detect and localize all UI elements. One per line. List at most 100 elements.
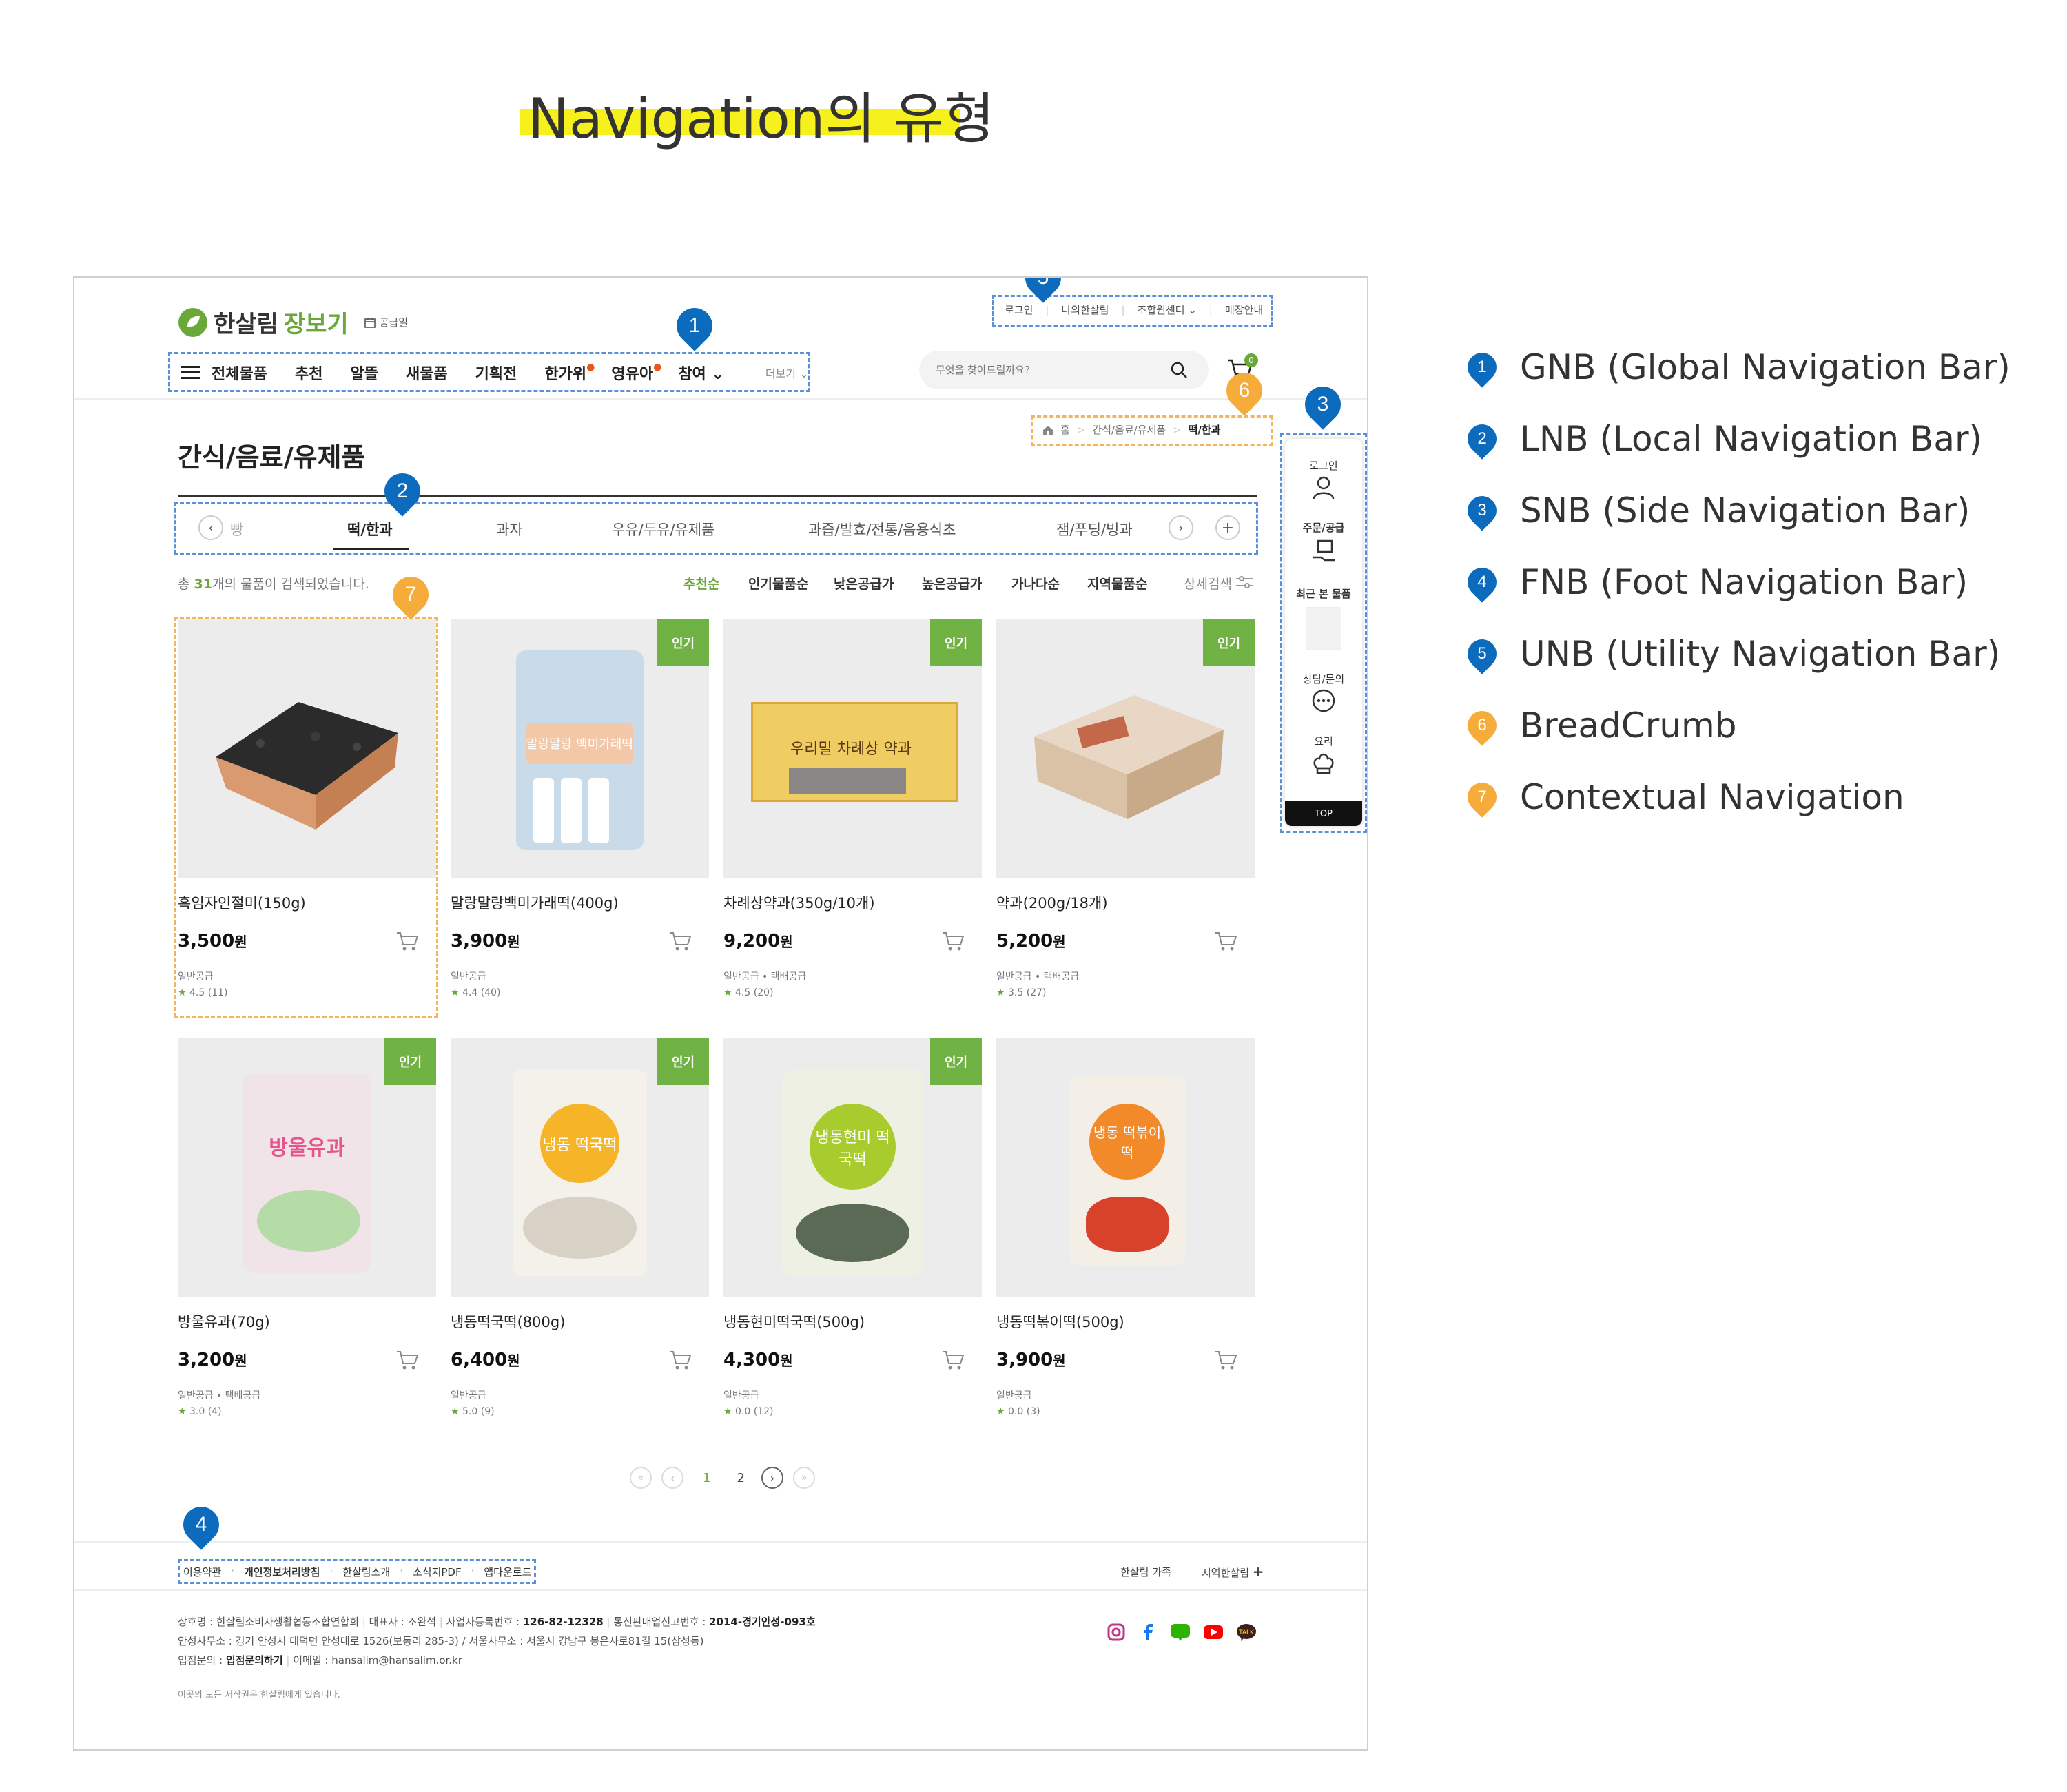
search-icon[interactable] — [1170, 361, 1188, 379]
breadcrumb-parent[interactable]: 간식/음료/유제품 — [1092, 422, 1166, 437]
kakaotalk-icon[interactable]: TALK — [1236, 1623, 1257, 1642]
snb-recipe-label[interactable]: 요리 — [1285, 734, 1362, 748]
blog-icon[interactable] — [1170, 1623, 1191, 1642]
product-name[interactable]: 방울유과(70g) — [178, 1311, 270, 1332]
product-name[interactable]: 약과(200g/18개) — [996, 892, 1108, 913]
add-to-cart-icon[interactable] — [1214, 931, 1239, 951]
product-image[interactable]: 냉동 떡볶이떡 — [996, 1038, 1255, 1297]
sort-popular[interactable]: 인기물품순 — [748, 574, 808, 593]
last-page-button[interactable]: » — [792, 1467, 815, 1489]
fnb-newsletter[interactable]: 소식지PDF — [413, 1565, 462, 1579]
add-to-cart-icon[interactable] — [395, 931, 420, 951]
menu-icon[interactable] — [181, 364, 200, 381]
lnb-item-milk[interactable]: 우유/두유/유제품 — [612, 519, 714, 539]
lnb-expand-button[interactable]: + — [1215, 515, 1240, 540]
detail-search-button[interactable]: 상세검색 — [1184, 574, 1253, 593]
sort-local[interactable]: 지역물품순 — [1087, 574, 1147, 593]
gnb-item-special[interactable]: 기획전 — [475, 362, 517, 384]
product-image[interactable] — [178, 619, 436, 878]
add-to-cart-icon[interactable] — [668, 931, 693, 951]
page-2[interactable]: 2 — [737, 1471, 744, 1485]
lnb-item-snack[interactable]: 과자 — [496, 519, 523, 539]
product-name[interactable]: 말랑말랑백미가래떡(400g) — [451, 892, 619, 913]
home-icon[interactable] — [1042, 424, 1053, 435]
add-to-cart-icon[interactable] — [941, 1350, 966, 1370]
legend-pin-icon: 4 — [1461, 562, 1503, 603]
fnb-privacy[interactable]: 개인정보처리방침 — [244, 1565, 320, 1579]
sort-alpha[interactable]: 가나다순 — [1011, 574, 1060, 593]
add-to-cart-icon[interactable] — [1214, 1350, 1239, 1370]
product-name[interactable]: 냉동떡볶이떡(500g) — [996, 1311, 1124, 1332]
fnb-terms[interactable]: 이용약관 — [183, 1565, 221, 1579]
top-button[interactable]: TOP — [1285, 801, 1362, 826]
gnb-more[interactable]: 더보기 ⌄ — [765, 364, 809, 381]
snb-recent-label: 최근 본 물품 — [1296, 588, 1351, 600]
gnb-item-sale[interactable]: 알뜰 — [350, 362, 378, 384]
gnb-item-participate[interactable]: 참여 ⌄ — [678, 362, 724, 384]
product-name[interactable]: 흑임자인절미(150g) — [178, 892, 306, 913]
next-page-button[interactable]: › — [761, 1467, 783, 1489]
lnb-item-bread[interactable]: 빵 — [230, 519, 243, 539]
sort-low-price[interactable]: 낮은공급가 — [834, 574, 894, 593]
lnb-prev-button[interactable]: ‹ — [198, 515, 223, 540]
star-icon: ★ — [723, 1406, 732, 1417]
search-input[interactable] — [936, 364, 1170, 376]
supply-type: 일반공급 — [723, 1390, 759, 1401]
add-to-cart-icon[interactable] — [941, 931, 966, 951]
product-name[interactable]: 냉동현미떡국떡(500g) — [723, 1311, 865, 1332]
product-image[interactable]: 우리밀 차례상 약과 인기 — [723, 619, 982, 878]
user-icon[interactable] — [1313, 476, 1335, 500]
unb-login[interactable]: 로그인 — [1005, 302, 1033, 317]
product-image[interactable]: 말랑말랑 백미가래떡 인기 — [451, 619, 709, 878]
lnb-item-juice[interactable]: 과즙/발효/전통/음용식초 — [808, 519, 956, 539]
facebook-icon[interactable] — [1138, 1623, 1158, 1642]
gnb-item-baby[interactable]: 영유아● — [611, 362, 661, 384]
gnb-item-new[interactable]: 새물품 — [406, 362, 448, 384]
lnb-item-tteok[interactable]: 떡/한과 — [347, 519, 393, 539]
product-rating: ★ 0.0 (3) — [996, 1406, 1040, 1417]
fnb-about[interactable]: 한살림소개 — [342, 1565, 390, 1579]
chef-hat-icon[interactable] — [1311, 750, 1336, 775]
hansalim-family-link[interactable]: 한살림 가족 — [1120, 1565, 1171, 1579]
first-page-button[interactable]: « — [630, 1467, 652, 1489]
chat-icon[interactable] — [1311, 688, 1336, 713]
lnb-item-jam[interactable]: 잼/푸딩/빙과 — [1056, 519, 1133, 539]
product-name[interactable]: 차례상약과(350g/10개) — [723, 892, 875, 913]
fnb-app[interactable]: 앱다운로드 — [484, 1565, 531, 1579]
unb-store-info[interactable]: 매장안내 — [1225, 302, 1263, 317]
snb-inquiry-label[interactable]: 상담/문의 — [1285, 672, 1362, 686]
sort-high-price[interactable]: 높은공급가 — [922, 574, 982, 593]
product-image[interactable]: 인기 — [996, 619, 1255, 878]
product-name[interactable]: 냉동떡국떡(800g) — [451, 1311, 565, 1332]
product-image[interactable]: 방울유과 인기 — [178, 1038, 436, 1297]
search-box[interactable] — [919, 351, 1209, 389]
product-rating: ★ 3.0 (4) — [178, 1406, 222, 1417]
unb-member-center[interactable]: 조합원센터 ⌄ — [1138, 302, 1197, 317]
site-logo[interactable]: 한살림 장보기 공급일 — [178, 305, 408, 339]
lnb-next-button[interactable]: › — [1169, 515, 1193, 540]
unb-my-hansalim[interactable]: 나의한살림 — [1061, 302, 1109, 317]
instagram-icon[interactable] — [1107, 1623, 1126, 1642]
prev-page-button[interactable]: ‹ — [661, 1467, 683, 1489]
add-to-cart-icon[interactable] — [395, 1350, 420, 1370]
breadcrumb-home[interactable]: 홈 — [1060, 422, 1070, 437]
filter-icon — [1235, 576, 1253, 588]
product-image[interactable]: 냉동현미 떡국떡 인기 — [723, 1038, 982, 1297]
partnership-link[interactable]: 입점문의하기 — [226, 1654, 283, 1667]
result-count: 총 31개의 물품이 검색되었습니다. — [178, 577, 369, 592]
calendar-link[interactable]: 공급일 — [364, 315, 408, 329]
recent-item-thumbnail[interactable] — [1306, 607, 1341, 650]
marker-pin-7: 7 — [385, 569, 436, 620]
gnb-item-recommend[interactable]: 추천 — [295, 362, 322, 384]
gnb-item-all[interactable]: 전체물품 — [212, 362, 267, 384]
snb-order-label[interactable]: 주문/공급 — [1285, 520, 1362, 535]
sort-recommend[interactable]: 추천순 — [683, 574, 719, 593]
page-1[interactable]: 1 — [703, 1471, 710, 1485]
order-hand-icon[interactable] — [1311, 539, 1337, 563]
youtube-icon[interactable] — [1203, 1623, 1224, 1642]
add-to-cart-icon[interactable] — [668, 1350, 693, 1370]
gnb-item-hangawi[interactable]: 한가위● — [544, 362, 595, 384]
product-image[interactable]: 냉동 떡국떡 인기 — [451, 1038, 709, 1297]
snb-login-label[interactable]: 로그인 — [1285, 458, 1362, 473]
regional-hansalim-link[interactable]: 지역한살림 + — [1202, 1563, 1264, 1580]
